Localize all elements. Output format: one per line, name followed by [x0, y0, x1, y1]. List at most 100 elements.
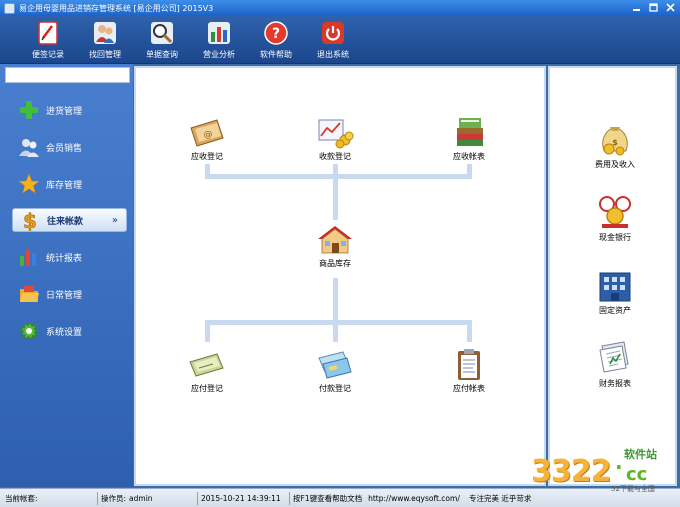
- status-slogan: 专注完美 近乎苛求: [469, 494, 532, 503]
- toolbar: 便签记录 找回管理 单据查询 营业分析 ? 软件帮助 退出系统: [0, 16, 680, 64]
- payable-ledger-item[interactable]: 应付帐表: [434, 348, 504, 394]
- status-operator: 操作员: admin: [98, 492, 196, 505]
- sidebar-item-reports[interactable]: 统计报表: [12, 245, 127, 269]
- chart-icon: [20, 250, 36, 266]
- members-icon: [19, 139, 39, 157]
- status-website-link[interactable]: http://www.eqysoft.com/: [368, 494, 460, 503]
- window-controls: [630, 1, 676, 13]
- document-query-button[interactable]: 单据查询: [138, 20, 186, 62]
- help-icon: ?: [264, 21, 288, 45]
- sidebar-item-label: 统计报表: [46, 253, 83, 264]
- sidebar-item-label: 往来帐款: [47, 216, 84, 227]
- document-query-button-label: 单据查询: [146, 50, 178, 59]
- svg-text:@: @: [204, 130, 213, 140]
- user-admin-button[interactable]: 找回管理: [81, 20, 129, 62]
- cash-bank-label: 现金银行: [599, 233, 631, 242]
- receivable-entry-item[interactable]: @ 应收登记: [172, 116, 242, 162]
- notes-button[interactable]: 便签记录: [24, 20, 72, 62]
- books-stack-icon: [457, 118, 483, 146]
- sidebar-item-member-sales[interactable]: 会员销售: [12, 135, 127, 159]
- magnifier-icon: [151, 22, 173, 44]
- status-tip: 按F1键查看帮助文档: [293, 494, 363, 503]
- sidebar-item-label: 系统设置: [46, 327, 83, 338]
- main-flow-panel: @ 应收登记 收款登记 应收帐表 商品库存 应付登记 付款登记 应付帐表: [134, 66, 546, 486]
- users-icon: [94, 22, 116, 44]
- payable-check-icon: [189, 353, 224, 377]
- status-account: 当前帐套:: [2, 492, 96, 505]
- clipboard-icon: [458, 349, 480, 380]
- connector-line: [333, 278, 338, 322]
- payable-entry-item[interactable]: 应付登记: [172, 348, 242, 394]
- nav-header-bar: [5, 67, 130, 83]
- connector-line: [205, 174, 472, 179]
- svg-text:?: ?: [272, 26, 280, 42]
- connector-line: [205, 320, 210, 342]
- sidebar-item-daily[interactable]: 日常管理: [12, 282, 127, 306]
- star-icon: [18, 173, 40, 194]
- receivable-ledger-label: 应收帐表: [453, 152, 485, 161]
- left-navigation: 进货管理 会员销售 库存管理 $ 往来帐款 » 统计报表 日常管理 系统设置: [0, 64, 133, 487]
- money-bag-icon: $: [602, 127, 628, 156]
- status-datetime: 2015-10-21 14:39:11: [201, 494, 281, 503]
- payable-entry-label: 应付登记: [191, 384, 223, 393]
- sidebar-item-purchase[interactable]: 进货管理: [12, 98, 127, 122]
- connector-line: [333, 178, 338, 220]
- sidebar-item-label: 进货管理: [46, 106, 83, 117]
- business-analysis-button-label: 营业分析: [203, 50, 235, 59]
- power-icon: [322, 22, 344, 44]
- stock-item[interactable]: 商品库存: [300, 223, 370, 269]
- expense-income-item[interactable]: $ 费用及收入: [580, 121, 650, 170]
- watermark-number: 3322: [531, 454, 611, 489]
- sidebar-item-settings[interactable]: 系统设置: [12, 319, 127, 343]
- plus-icon: [20, 101, 38, 119]
- report-pages-icon: [599, 341, 629, 373]
- sidebar-item-label: 库存管理: [46, 180, 83, 191]
- dollar-icon: $: [23, 209, 38, 231]
- exit-system-button-label: 退出系统: [317, 50, 349, 59]
- sidebar-item-inventory[interactable]: 库存管理: [12, 172, 127, 196]
- status-operator-value: admin: [129, 494, 153, 503]
- folder-icon: [20, 286, 39, 302]
- collection-entry-item[interactable]: 收款登记: [300, 116, 370, 162]
- expense-income-label: 费用及收入: [595, 160, 635, 169]
- financial-reports-item[interactable]: 财务报表: [580, 340, 650, 389]
- receivable-entry-label: 应收登记: [191, 152, 223, 161]
- collection-entry-label: 收款登记: [319, 152, 351, 161]
- connector-line: [205, 320, 472, 325]
- financial-reports-label: 财务报表: [599, 379, 631, 388]
- window-title: 易企用母婴用品进销存管理系统 [易企用公司] 2015V3: [19, 3, 214, 13]
- status-help-tip: 按F1键查看帮助文档 http://www.eqysoft.com/: [290, 492, 460, 505]
- fixed-assets-label: 固定资产: [599, 306, 631, 315]
- receivable-ledger-item[interactable]: 应收帐表: [434, 116, 504, 162]
- status-account-label: 当前帐套:: [5, 494, 38, 503]
- watermark-site-label: 软件站: [624, 448, 657, 461]
- fixed-assets-item[interactable]: 固定资产: [580, 267, 650, 316]
- receivable-book-icon: @: [190, 119, 224, 147]
- status-operator-label: 操作员:: [101, 494, 127, 503]
- cash-bank-item[interactable]: 现金银行: [580, 194, 650, 243]
- minimize-icon[interactable]: [630, 1, 642, 13]
- right-panel: $ 费用及收入 现金银行 固定资产 财务报表: [548, 66, 677, 486]
- bar-chart-icon: [208, 22, 230, 44]
- svg-text:$: $: [23, 209, 37, 231]
- business-analysis-button[interactable]: 营业分析: [195, 20, 243, 62]
- house-icon: [318, 226, 352, 254]
- user-admin-button-label: 找回管理: [89, 50, 121, 59]
- connector-line: [333, 320, 338, 342]
- sidebar-item-accounts[interactable]: $ 往来帐款 »: [12, 208, 127, 232]
- software-help-button[interactable]: ? 软件帮助: [252, 20, 300, 62]
- watermark-tld: cc: [626, 464, 648, 485]
- software-help-button-label: 软件帮助: [260, 50, 292, 59]
- gear-icon: [20, 322, 38, 340]
- maximize-icon[interactable]: [647, 1, 659, 13]
- payment-entry-item[interactable]: 付款登记: [300, 348, 370, 394]
- connector-line: [467, 320, 472, 342]
- site-watermark: 3322 软件站 . cc 52下载与全国: [531, 448, 671, 493]
- coins-bank-icon: [599, 196, 631, 228]
- close-icon[interactable]: [664, 1, 676, 13]
- payment-entry-label: 付款登记: [319, 384, 351, 393]
- watermark-dot: .: [615, 450, 623, 474]
- sidebar-item-label: 会员销售: [46, 143, 83, 154]
- app-icon: [4, 2, 15, 14]
- exit-system-button[interactable]: 退出系统: [309, 20, 357, 62]
